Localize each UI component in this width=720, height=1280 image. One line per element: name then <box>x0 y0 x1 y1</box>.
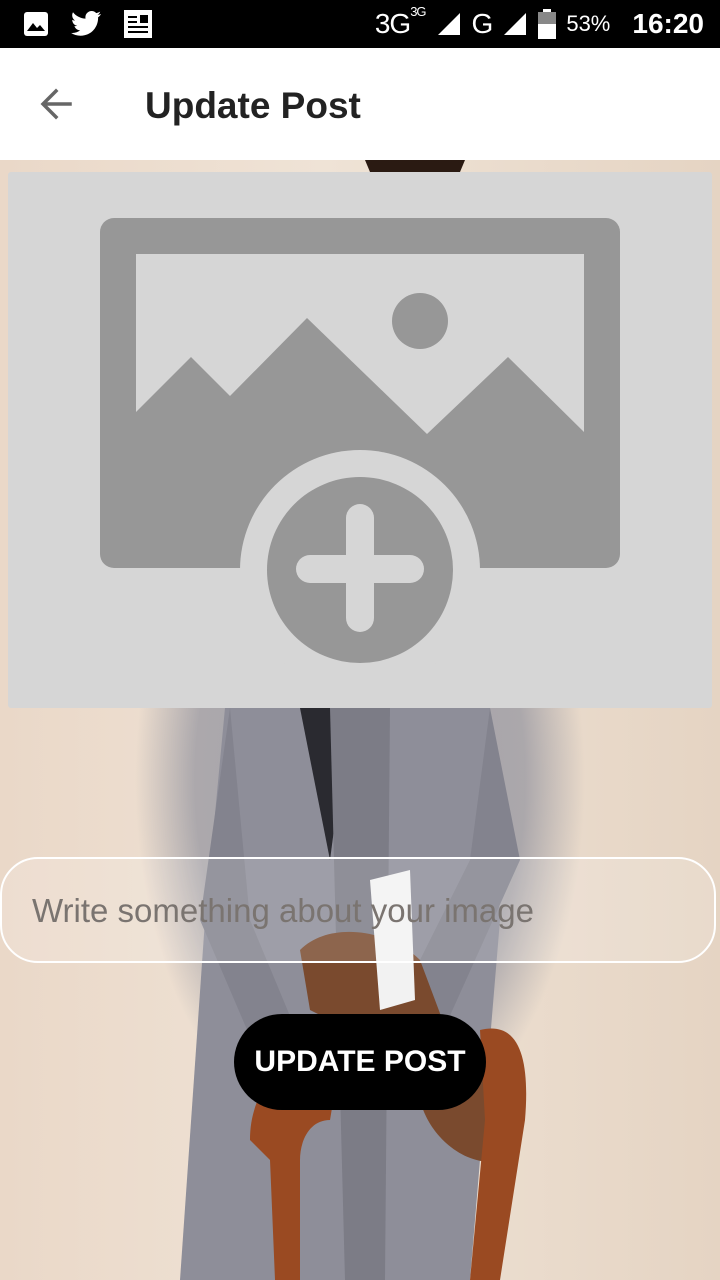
battery-percent: 53% <box>566 11 611 36</box>
news-icon <box>124 10 152 38</box>
twitter-icon <box>71 11 101 36</box>
clock: 16:20 <box>632 8 704 39</box>
image-picker[interactable] <box>8 172 712 708</box>
network-type-2: G <box>471 8 494 39</box>
caption-input-container <box>0 857 716 963</box>
app-bar: Update Post <box>0 48 720 160</box>
image-icon <box>24 12 48 36</box>
page-title: Update Post <box>145 85 361 126</box>
update-post-button[interactable]: UPDATE POST <box>234 1014 486 1110</box>
network-type-1: 3G <box>374 8 411 39</box>
signal-icon <box>437 13 460 35</box>
signal-icon-2 <box>504 13 527 35</box>
arrow-left-icon[interactable] <box>36 84 76 124</box>
caption-input[interactable] <box>30 859 694 963</box>
network-type-1-sup: 3G <box>410 4 426 19</box>
battery-icon <box>538 9 557 39</box>
add-photo-icon <box>100 218 620 690</box>
status-bar: 3G3G G 53% 16:20 <box>0 0 720 48</box>
